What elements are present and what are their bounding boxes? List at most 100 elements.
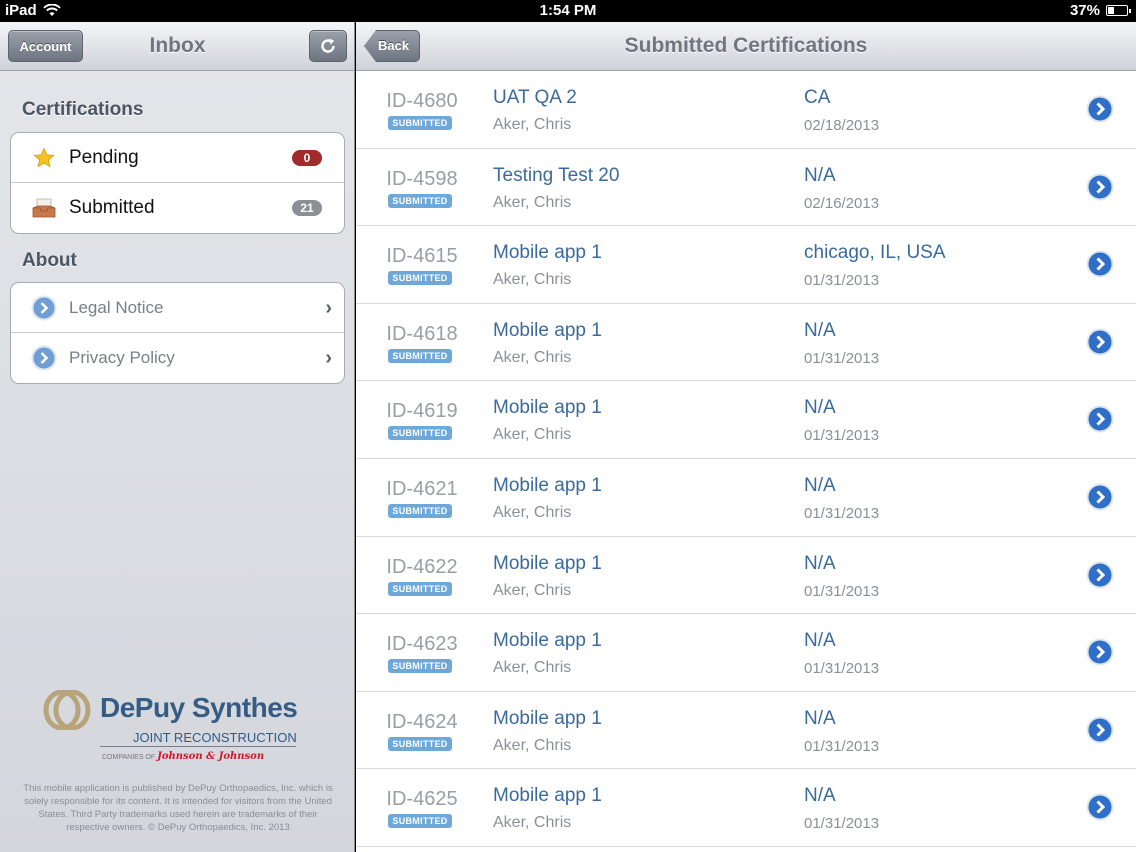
disclosure-button-icon[interactable] [1086, 638, 1114, 666]
certification-id: ID-4615 [386, 245, 458, 268]
certification-id: ID-4618 [386, 322, 458, 345]
certification-location: N/A [804, 319, 836, 341]
certification-person: Aker, Chris [493, 659, 572, 677]
certification-id: ID-4625 [386, 788, 458, 811]
certification-title: Mobile app 1 [493, 319, 602, 341]
certification-location: N/A [804, 474, 836, 496]
certification-date: 01/31/2013 [804, 427, 880, 445]
disclosure-button-icon[interactable] [1086, 95, 1114, 123]
disclosure-button-icon[interactable] [1086, 483, 1114, 511]
certifications-list: ID-4680 SUBMITTED UAT QA 2 Aker, Chris CA 02/… [356, 71, 1136, 847]
table-row[interactable]: ID-4625 SUBMITTED Mobile app 1 Aker, Chris N… [356, 769, 1136, 847]
disclosure-button-icon[interactable] [1086, 328, 1114, 356]
depuy-logo-mark [43, 690, 91, 730]
certification-id: ID-4598 [386, 167, 458, 190]
certification-id: ID-4623 [386, 633, 458, 656]
certification-person: Aker, Chris [493, 193, 572, 211]
sidebar-item-legal-notice[interactable]: Legal Notice › [11, 283, 344, 333]
certification-location: N/A [804, 552, 836, 574]
certification-location: N/A [804, 164, 836, 186]
company-logo: DePuy Synthes JOINT RECONSTRUCTION COMPA… [42, 690, 302, 770]
certification-date: 02/16/2013 [804, 194, 880, 212]
page-title: Submitted Certifications [624, 34, 868, 57]
main-panel: Back Submitted Certifications ID-4680 SUB… [356, 22, 1136, 852]
status-badge: SUBMITTED [388, 736, 452, 751]
certification-person: Aker, Chris [493, 581, 572, 599]
sidebar-title: Inbox [149, 34, 206, 57]
logo-companies-text: COMPANIES OF [102, 754, 156, 761]
certification-title: Mobile app 1 [493, 707, 602, 729]
status-badge: SUBMITTED [388, 348, 452, 363]
certification-id: ID-4624 [386, 710, 458, 733]
certification-date: 02/18/2013 [804, 117, 880, 134]
certification-person: Aker, Chris [493, 426, 572, 444]
certification-date: 01/31/2013 [804, 582, 880, 600]
certification-person: Aker, Chris [493, 116, 572, 133]
certification-person: Aker, Chris [493, 503, 572, 521]
status-badge: SUBMITTED [388, 503, 452, 518]
refresh-button[interactable] [309, 30, 347, 62]
battery-icon [1106, 5, 1131, 16]
disclosure-button-icon[interactable] [1086, 793, 1114, 821]
about-section-title: About [22, 250, 77, 271]
table-row[interactable]: ID-4622 SUBMITTED Mobile app 1 Aker, Chris N… [356, 537, 1136, 615]
certification-location: CA [804, 87, 831, 108]
jj-wordmark: Johnson & Johnson [157, 751, 265, 762]
disclosure-button-icon[interactable] [1086, 716, 1114, 744]
refresh-icon [321, 38, 335, 53]
certification-location: N/A [804, 397, 836, 419]
certification-title: Mobile app 1 [493, 785, 602, 807]
table-row[interactable]: ID-4623 SUBMITTED Mobile app 1 Aker, Chris N… [356, 614, 1136, 692]
sidebar-item-privacy-policy[interactable]: Privacy Policy › [11, 333, 344, 383]
certification-person: Aker, Chris [493, 814, 572, 832]
table-row[interactable]: ID-4680 SUBMITTED UAT QA 2 Aker, Chris CA 02/… [356, 71, 1136, 149]
table-row[interactable]: ID-4598 SUBMITTED Testing Test 20 Aker, Chr… [356, 149, 1136, 227]
sidebar: Account Inbox Certifications Pending 0 S… [0, 22, 355, 852]
certification-location: N/A [804, 630, 836, 652]
chevron-right-icon: › [325, 347, 332, 369]
status-badge: SUBMITTED [388, 116, 452, 130]
disclosure-button-icon[interactable] [1086, 173, 1114, 201]
certification-location: N/A [804, 707, 836, 729]
certification-date: 01/31/2013 [804, 504, 880, 522]
disclosure-button-icon[interactable] [1086, 561, 1114, 589]
sidebar-item-pending[interactable]: Pending 0 [11, 133, 344, 183]
certification-title: Mobile app 1 [493, 630, 602, 652]
status-badge: SUBMITTED [388, 193, 452, 208]
certification-title: Mobile app 1 [493, 474, 602, 496]
sidebar-navbar: Account Inbox [0, 22, 354, 71]
certification-date: 01/31/2013 [804, 272, 880, 290]
certifications-group: Pending 0 Submitted 21 [10, 132, 345, 234]
logo-companies: COMPANIES OF Johnson & Johnson [102, 751, 264, 762]
disclosure-button-icon[interactable] [1086, 405, 1114, 433]
certification-date: 01/31/2013 [804, 349, 880, 367]
status-badge: SUBMITTED [388, 271, 452, 286]
star-icon [31, 145, 57, 171]
table-row[interactable]: ID-4618 SUBMITTED Mobile app 1 Aker, Chris N… [356, 304, 1136, 382]
certification-title: UAT QA 2 [493, 87, 577, 108]
table-row[interactable]: ID-4619 SUBMITTED Mobile app 1 Aker, Chris N… [356, 381, 1136, 459]
table-row[interactable]: ID-4615 SUBMITTED Mobile app 1 Aker, Chris c… [356, 226, 1136, 304]
table-row[interactable]: ID-4621 SUBMITTED Mobile app 1 Aker, Chris N… [356, 459, 1136, 537]
disclosure-icon [31, 345, 57, 371]
status-badge: SUBMITTED [388, 581, 452, 596]
sidebar-item-label: Privacy Policy [69, 348, 175, 367]
sidebar-item-label: Legal Notice [69, 297, 164, 317]
logo-brand: DePuy Synthes [100, 692, 298, 723]
about-group: Legal Notice › Privacy Policy › [10, 282, 345, 384]
logo-subtitle: JOINT RECONSTRUCTION [133, 730, 297, 745]
table-row[interactable]: ID-4624 SUBMITTED Mobile app 1 Aker, Chris N… [356, 692, 1136, 770]
battery-status: 37% [1070, 2, 1131, 19]
certification-date: 01/31/2013 [804, 815, 880, 833]
sidebar-item-submitted[interactable]: Submitted 21 [11, 183, 344, 233]
disclosure-button-icon[interactable] [1086, 250, 1114, 278]
main-navbar: Back Submitted Certifications [356, 22, 1136, 71]
certifications-section-title: Certifications [22, 99, 144, 120]
certification-id: ID-4621 [386, 477, 458, 500]
sidebar-item-label: Pending [69, 146, 139, 168]
certification-title: Mobile app 1 [493, 552, 602, 574]
sidebar-item-label: Submitted [69, 197, 155, 218]
status-bar: iPad 1:54 PM 37% [0, 0, 1136, 22]
certification-location: chicago, IL, USA [804, 242, 946, 264]
status-badge: SUBMITTED [388, 814, 452, 829]
